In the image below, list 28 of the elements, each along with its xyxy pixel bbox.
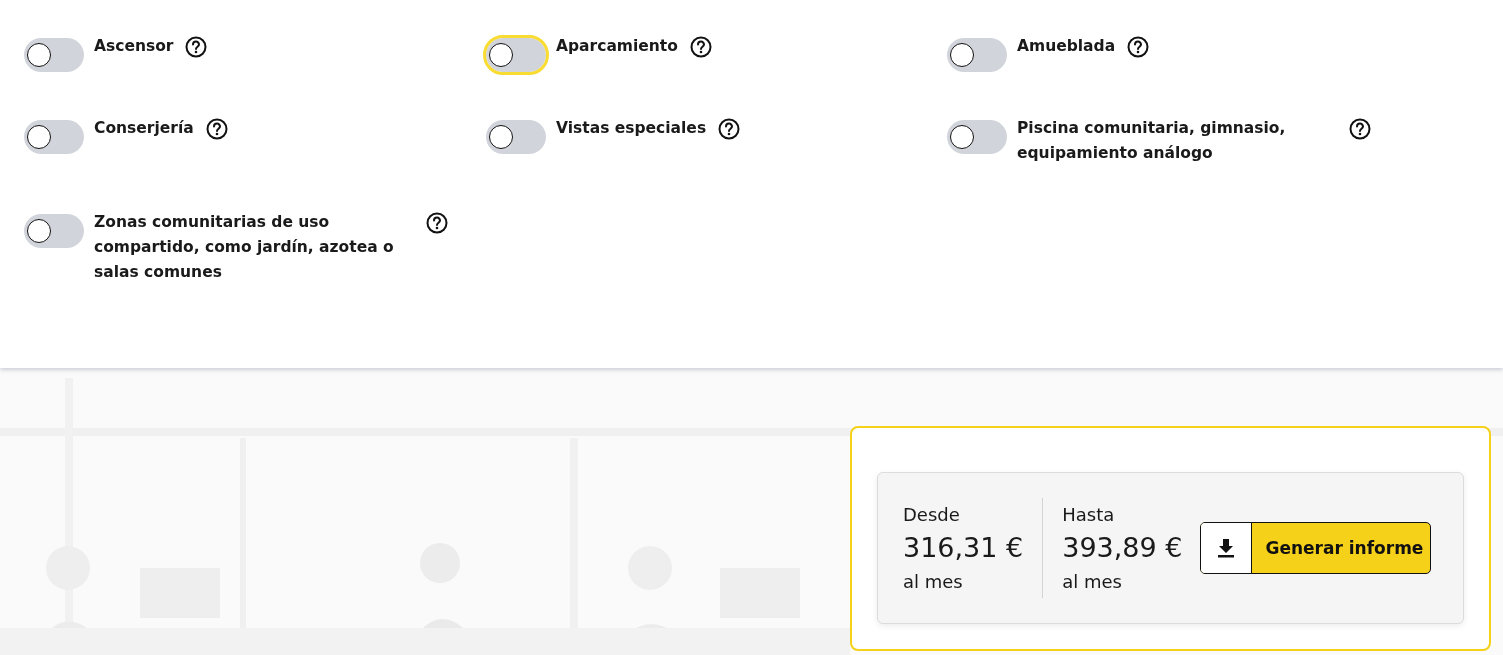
help-icon[interactable] — [185, 36, 208, 58]
help-icon[interactable] — [1349, 118, 1371, 140]
help-icon[interactable] — [689, 36, 712, 58]
feature-label: Amueblada — [1017, 36, 1116, 57]
toggle-switch[interactable] — [24, 38, 84, 72]
feature-label: Aparcamiento — [556, 36, 678, 57]
toggle-switch[interactable] — [486, 120, 546, 154]
toggle-switch[interactable] — [947, 120, 1007, 154]
feature-label: Piscina comunitaria, gimnasio, equipamiento análogo — [1017, 118, 1287, 164]
help-icon[interactable] — [1127, 36, 1150, 58]
feature-label: Vistas especiales — [556, 118, 707, 139]
price-period: al mes — [903, 571, 964, 592]
toggle-switch[interactable] — [24, 214, 84, 248]
feature-label: Zonas comunitarias de uso compartido, como jardín, azotea o salas comunes — [94, 212, 395, 283]
feature-label: Ascensor — [94, 36, 174, 57]
toggle-switch[interactable] — [24, 120, 84, 154]
price-period: al mes — [1062, 571, 1123, 592]
download-icon — [1217, 538, 1236, 558]
price-amount: 316,31 € — [903, 531, 1024, 565]
toggle-switch[interactable] — [947, 38, 1007, 72]
help-icon[interactable] — [205, 118, 228, 140]
price-amount: 393,89 € — [1062, 531, 1183, 565]
help-icon[interactable] — [426, 212, 448, 234]
range-label: Desde — [903, 504, 961, 525]
range-label: Hasta — [1062, 504, 1116, 525]
feature-label: Conserjería — [94, 118, 194, 139]
generate-report-button[interactable]: Generar informe — [1200, 522, 1432, 574]
help-icon[interactable] — [718, 118, 741, 140]
